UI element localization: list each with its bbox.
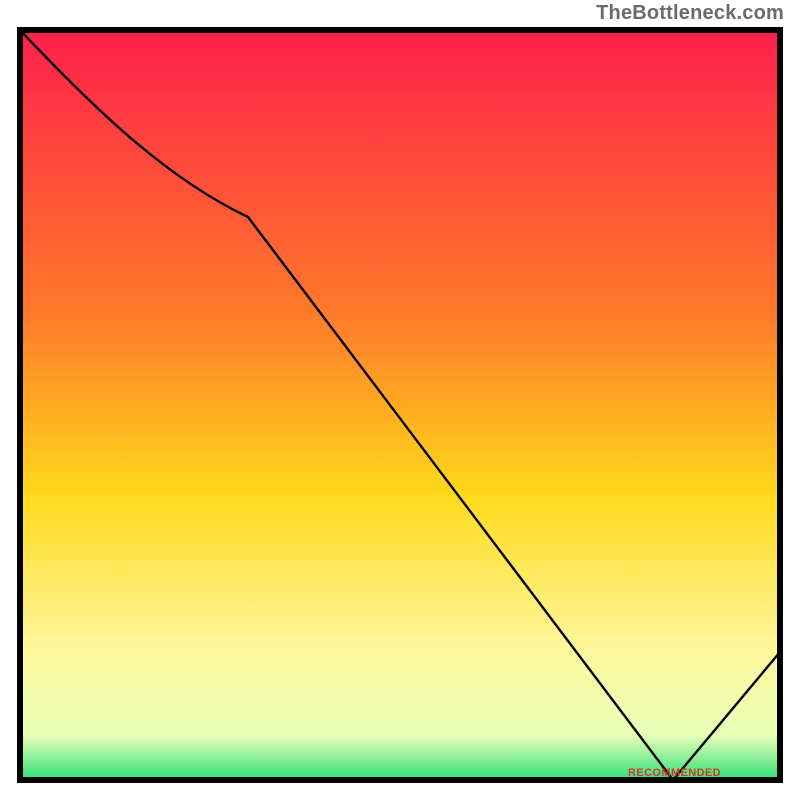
attribution-label: TheBottleneck.com <box>596 2 784 25</box>
plot-area: RECOMMENDED <box>20 30 780 780</box>
bottleneck-chart: RECOMMENDED <box>0 0 800 800</box>
chart-container: TheBottleneck.com RECOMMENDED <box>0 0 800 800</box>
gradient-background <box>20 30 780 780</box>
